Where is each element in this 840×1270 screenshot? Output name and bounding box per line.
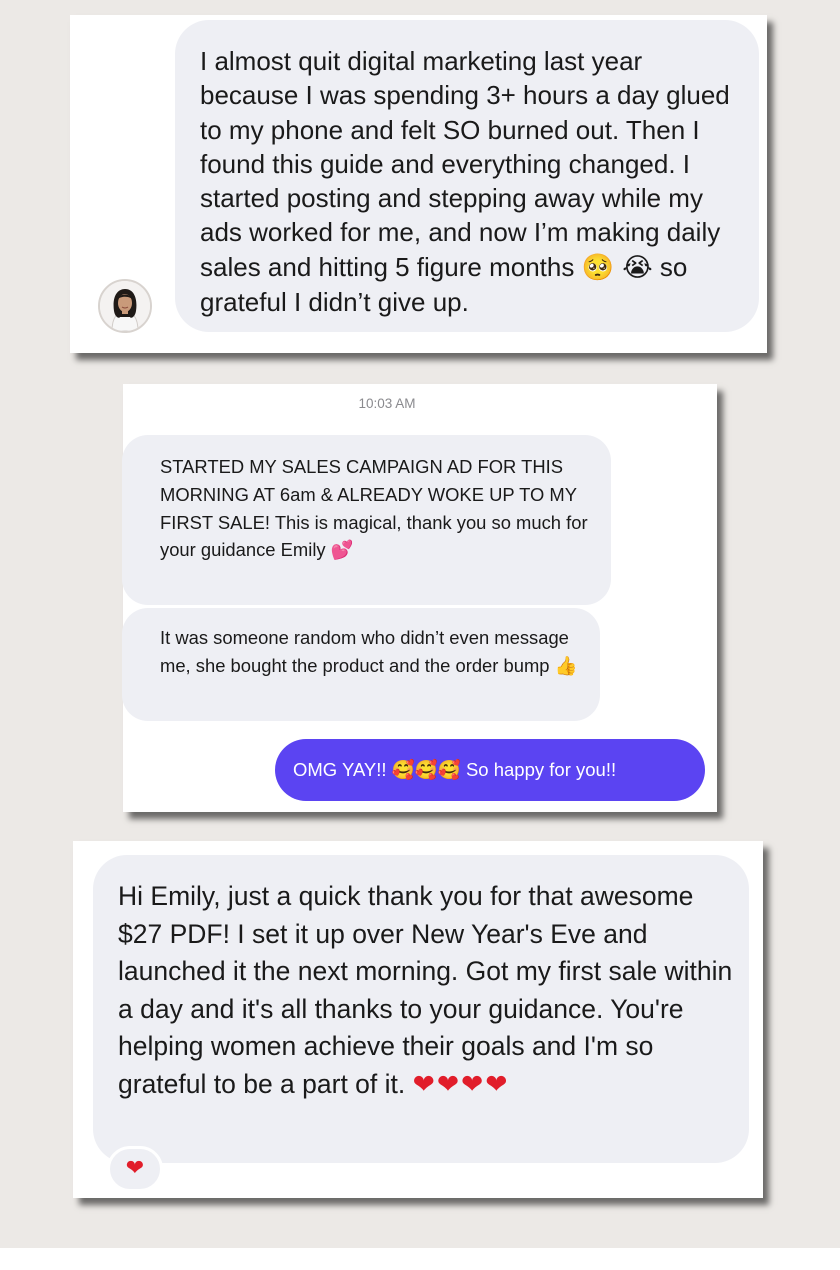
testimonial-card-2: 10:03 AM STARTED MY SALES CAMPAIGN AD FO… (122, 384, 717, 812)
incoming-message-bubble: STARTED MY SALES CAMPAIGN AD FOR THIS MO… (122, 435, 611, 605)
testimonial-card-3: Hi Emily, just a quick thank you for tha… (73, 841, 763, 1198)
page-bottom-strip (0, 1248, 840, 1270)
message-text: Hi Emily, just a quick thank you for tha… (118, 881, 733, 1099)
two-hearts-emoji: 💕 (330, 540, 354, 562)
message-text: It was someone random who didn’t even me… (160, 627, 569, 676)
heart-reaction[interactable]: ❤ (107, 1146, 163, 1192)
avatar (98, 279, 152, 333)
outgoing-message-bubble: OMG YAY!! 🥰🥰🥰 So happy for you!! (275, 739, 705, 801)
incoming-message-bubble: It was someone random who didn’t even me… (122, 608, 600, 721)
message-text: STARTED MY SALES CAMPAIGN AD FOR THIS MO… (160, 456, 588, 561)
red-hearts-emoji: ❤❤❤❤ (412, 1068, 510, 1100)
thumbs-up-emoji: 👍 (554, 655, 578, 677)
message-text: I almost quit digital marketing last yea… (200, 46, 730, 282)
message-timestamp: 10:03 AM (358, 396, 416, 411)
message-bubble: Hi Emily, just a quick thank you for tha… (93, 855, 749, 1163)
testimonial-card-1: I almost quit digital marketing last yea… (70, 15, 767, 353)
smiling-hearts-emoji: 🥰🥰🥰 (391, 760, 461, 781)
emoji-faces: 🥺 😭 (581, 252, 653, 283)
reply-text-end: So happy for you!! (465, 759, 617, 780)
reply-text: OMG YAY!! (293, 759, 387, 780)
message-bubble: I almost quit digital marketing last yea… (175, 20, 759, 332)
